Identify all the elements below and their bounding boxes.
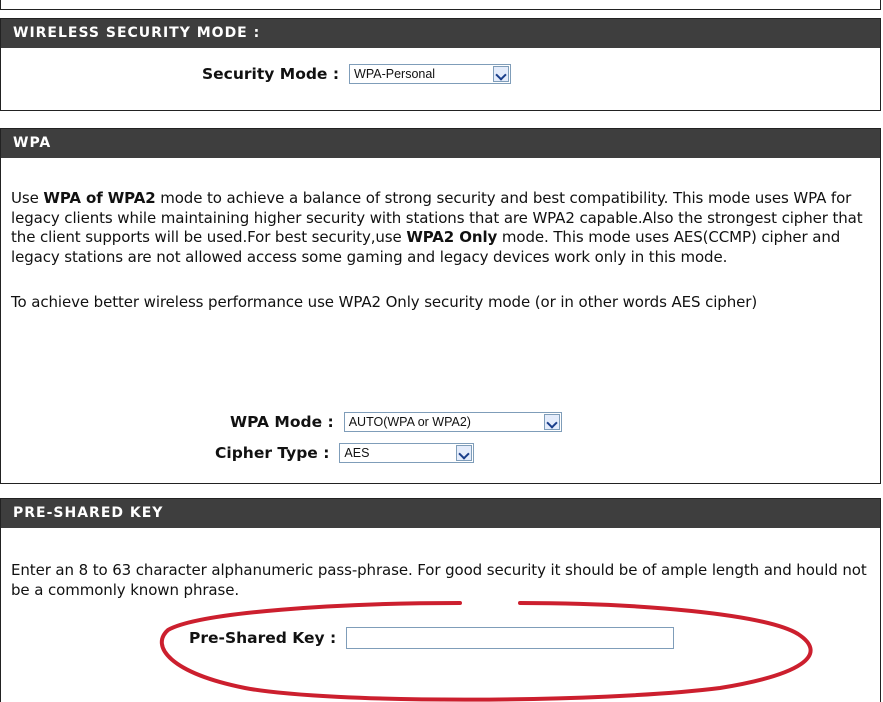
wpa-desc-bold-1: WPA of WPA2 bbox=[43, 189, 156, 207]
wpa-desc-text-1: Use bbox=[11, 189, 44, 207]
wpa-section: WPA Use WPA of WPA2 mode to achieve a ba… bbox=[0, 128, 881, 484]
wpa-performance-note: To achieve better wireless performance u… bbox=[11, 293, 758, 311]
wpa-mode-select[interactable]: AUTO(WPA or WPA2) bbox=[343, 412, 562, 432]
cipher-type-label: Cipher Type : bbox=[215, 444, 330, 462]
chevron-down-icon[interactable] bbox=[456, 445, 473, 461]
wpa-header: WPA bbox=[1, 129, 880, 158]
chevron-down-icon[interactable] bbox=[493, 66, 510, 82]
wpa-mode-label: WPA Mode : bbox=[230, 413, 334, 431]
psk-description: Enter an 8 to 63 character alphanumeric … bbox=[11, 561, 867, 599]
wpa-description: Use WPA of WPA2 mode to achieve a balanc… bbox=[11, 189, 873, 267]
wireless-security-mode-section: WIRELESS SECURITY MODE : Security Mode :… bbox=[0, 18, 881, 111]
cipher-type-value: AES bbox=[344, 446, 370, 460]
cipher-type-select[interactable]: AES bbox=[339, 443, 475, 463]
security-mode-label: Security Mode : bbox=[202, 65, 340, 83]
pre-shared-key-section: PRE-SHARED KEY Enter an 8 to 63 characte… bbox=[0, 498, 881, 702]
wireless-security-mode-header: WIRELESS SECURITY MODE : bbox=[1, 19, 880, 48]
pre-shared-key-input[interactable] bbox=[346, 627, 675, 649]
wpa-desc-bold-2: WPA2 Only bbox=[406, 228, 498, 246]
cipher-type-row: Cipher Type : AES bbox=[215, 442, 475, 464]
chevron-down-icon[interactable] bbox=[543, 414, 560, 430]
wpa-mode-row: WPA Mode : AUTO(WPA or WPA2) bbox=[230, 411, 562, 433]
security-mode-select[interactable]: WPA-Personal bbox=[349, 64, 512, 84]
security-mode-row: Security Mode : WPA-Personal bbox=[202, 63, 512, 85]
psk-label: Pre-Shared Key : bbox=[189, 629, 337, 647]
pre-shared-key-header: PRE-SHARED KEY bbox=[1, 499, 880, 528]
security-mode-value: WPA-Personal bbox=[354, 67, 436, 81]
top-border bbox=[0, 0, 881, 10]
psk-row: Pre-Shared Key : bbox=[189, 627, 675, 649]
wpa-mode-value: AUTO(WPA or WPA2) bbox=[348, 415, 471, 429]
